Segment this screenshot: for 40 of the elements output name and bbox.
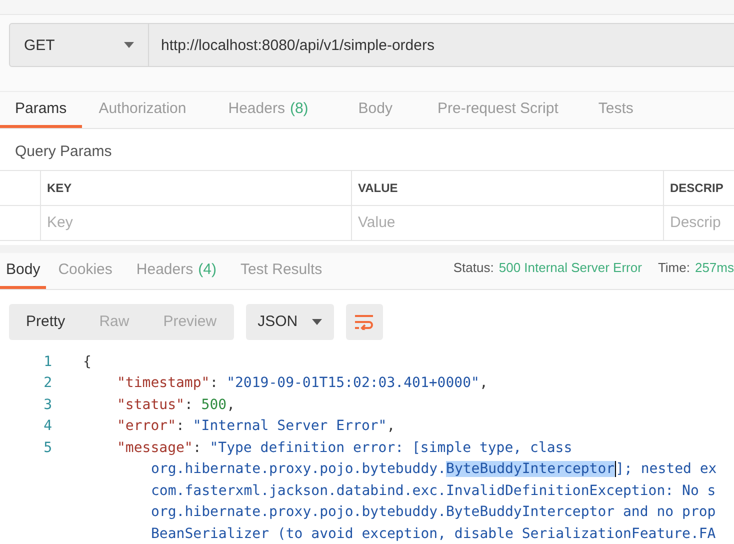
code-line: { [82,352,92,372]
response-tab[interactable]: Headers (4) [124,252,228,289]
view-mode-button[interactable]: Preview [146,304,234,340]
code-line: com.fasterxml.jackson.databind.exc.InvalidDefinitionException: No s [150,482,716,501]
request-tab[interactable]: Body [333,92,418,128]
code-line: "error": "Internal Server Error", [116,417,396,436]
line-number: 2 [42,374,52,394]
request-tab[interactable]: Tests [578,92,654,128]
request-tab[interactable]: Headers (8) [203,92,334,128]
response-tab[interactable]: Test Results [228,252,334,289]
request-tab[interactable]: Pre-request Script [418,92,578,128]
caret-icon [124,42,134,48]
line-number: 5 [42,438,52,458]
code-line: BeanSerializer (to avoid exception, disable SerializationFeature.FA [150,524,716,544]
param-input-field[interactable]: Key [40,206,351,241]
caret-icon [312,318,322,325]
view-mode-button[interactable]: Pretty [9,304,82,340]
response-tab[interactable]: Cookies [46,252,124,289]
code-line: org.hibernate.proxy.pojo.bytebuddy.ByteBuddyInterceptor and no prop [150,503,716,522]
status-text: Status: 500 Internal Server Error [453,260,642,276]
wrap-lines-button[interactable] [346,304,383,340]
line-number: 4 [42,417,52,436]
status-text: Time: 257ms [658,260,734,276]
code-line: "timestamp": "2019-09-01T15:02:03.401+0000", [116,374,488,394]
code-line: "message": "Type definition error: [simple type, class [116,438,572,458]
line-number: 1 [42,352,52,372]
request-tab[interactable]: Authorization [82,92,204,128]
param-input-field[interactable]: Value [351,206,663,241]
request-tab[interactable]: Params [0,92,82,128]
format-dropdown[interactable]: JSON [246,304,334,340]
code-line: org.hibernate.proxy.pojo.bytebuddy.ByteBuddyInterceptor]; nested ex [150,460,717,480]
section-title: Query Params [14,142,113,162]
line-number: 3 [42,396,52,415]
method-dropdown[interactable]: GET [9,23,149,67]
response-tab[interactable]: Body [0,252,46,289]
wrap-icon [354,314,374,330]
url-field[interactable]: http://localhost:8080/api/v1/simple-orders [149,23,734,67]
param-input-field[interactable]: Descrip [663,206,734,241]
view-mode-button[interactable]: Raw [82,304,146,340]
code-line: "status": 500, [116,396,236,415]
